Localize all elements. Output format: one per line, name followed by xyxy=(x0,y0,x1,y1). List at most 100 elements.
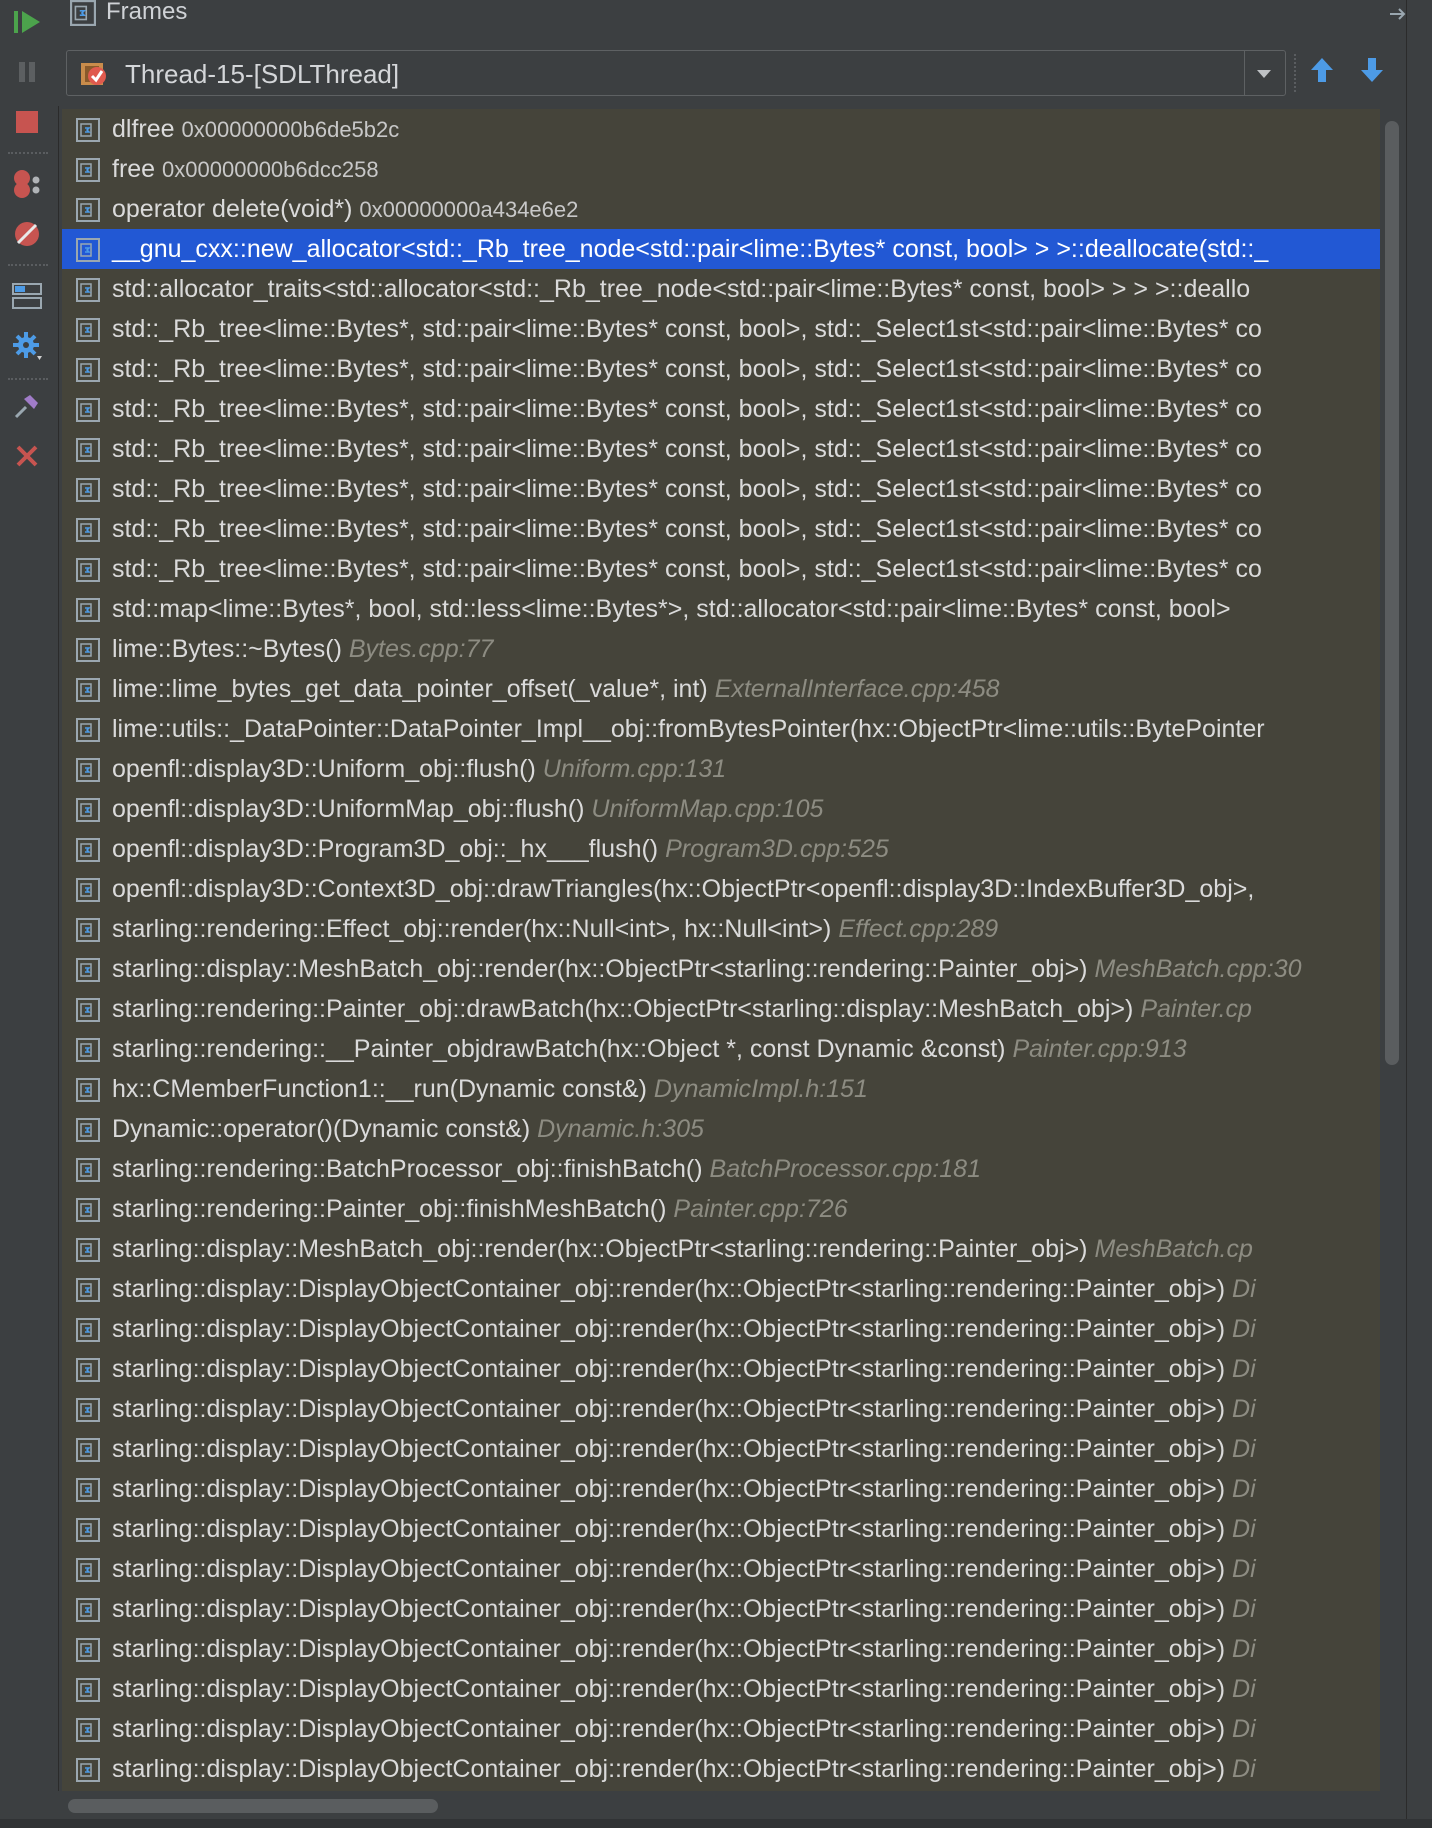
frames-list[interactable]: dlfree 0x00000000b6de5b2c free 0x00000000… xyxy=(62,109,1380,1791)
debug-toolbar xyxy=(0,0,59,1828)
frame-row[interactable]: std::_Rb_tree<lime::Bytes*, std::pair<li… xyxy=(62,549,1380,589)
frame-row[interactable]: starling::display::DisplayObjectContaine… xyxy=(62,1429,1380,1469)
frame-row[interactable]: starling::display::DisplayObjectContaine… xyxy=(62,1749,1380,1789)
frame-function: starling::display::DisplayObjectContaine… xyxy=(112,1355,1226,1383)
resume-icon[interactable] xyxy=(9,4,45,40)
frame-location: Di xyxy=(1232,1635,1256,1663)
frame-location: Di xyxy=(1232,1355,1256,1383)
status-bar xyxy=(0,1819,1432,1828)
frame-label: starling::display::DisplayObjectContaine… xyxy=(112,1674,1256,1704)
frame-row[interactable]: starling::display::DisplayObjectContaine… xyxy=(62,1669,1380,1709)
frame-row[interactable]: __gnu_cxx::new_allocator<std::_Rb_tree_n… xyxy=(62,229,1380,269)
frame-location: Di xyxy=(1232,1275,1256,1303)
frame-row[interactable]: free 0x00000000b6dcc258 xyxy=(62,149,1380,189)
frame-row[interactable]: starling::display::MeshBatch_obj::render… xyxy=(62,949,1380,989)
frame-function: starling::display::DisplayObjectContaine… xyxy=(112,1635,1226,1663)
frame-row[interactable]: starling::rendering::Painter_obj::finish… xyxy=(62,1189,1380,1229)
frame-row[interactable]: openfl::display3D::Uniform_obj::flush() … xyxy=(62,749,1380,789)
frame-row[interactable]: std::_Rb_tree<lime::Bytes*, std::pair<li… xyxy=(62,509,1380,549)
settings-icon[interactable] xyxy=(9,328,45,364)
frame-row[interactable]: starling::display::DisplayObjectContaine… xyxy=(62,1589,1380,1629)
frame-function: std::_Rb_tree<lime::Bytes*, std::pair<li… xyxy=(112,315,1262,343)
frame-row[interactable]: starling::display::DisplayObjectContaine… xyxy=(62,1389,1380,1429)
stack-frame-icon xyxy=(76,1638,100,1662)
frame-label: starling::rendering::BatchProcessor_obj:… xyxy=(112,1154,981,1184)
stack-frame-icon xyxy=(76,838,100,862)
stack-frame-icon xyxy=(76,318,100,342)
vertical-scrollbar[interactable] xyxy=(1380,109,1406,1791)
stack-frame-icon xyxy=(76,878,100,902)
frame-row[interactable]: std::_Rb_tree<lime::Bytes*, std::pair<li… xyxy=(62,429,1380,469)
frame-label: starling::display::DisplayObjectContaine… xyxy=(112,1274,1256,1304)
frame-row[interactable]: openfl::display3D::Context3D_obj::drawTr… xyxy=(62,869,1380,909)
frame-row[interactable]: std::map<lime::Bytes*, bool, std::less<l… xyxy=(62,589,1380,629)
frame-row[interactable]: starling::display::DisplayObjectContaine… xyxy=(62,1509,1380,1549)
frame-row[interactable]: std::_Rb_tree<lime::Bytes*, std::pair<li… xyxy=(62,309,1380,349)
stack-frame-icon xyxy=(76,358,100,382)
frame-label: starling::display::DisplayObjectContaine… xyxy=(112,1594,1256,1624)
frame-row[interactable]: openfl::display3D::UniformMap_obj::flush… xyxy=(62,789,1380,829)
horizontal-scrollbar[interactable] xyxy=(58,1791,1406,1819)
frame-row[interactable]: Dynamic::operator()(Dynamic const&) Dyna… xyxy=(62,1109,1380,1149)
chevron-down-icon[interactable] xyxy=(1255,67,1273,85)
frame-row[interactable]: starling::display::DisplayObjectContaine… xyxy=(62,1469,1380,1509)
frame-row[interactable]: std::_Rb_tree<lime::Bytes*, std::pair<li… xyxy=(62,389,1380,429)
frame-row[interactable]: starling::rendering::Effect_obj::render(… xyxy=(62,909,1380,949)
vertical-scrollbar-thumb[interactable] xyxy=(1385,121,1399,1065)
frame-label: hx::CMemberFunction1::__run(Dynamic cons… xyxy=(112,1074,868,1104)
frame-row[interactable]: starling::display::DisplayObjectContaine… xyxy=(62,1709,1380,1749)
frame-location: Effect.cpp:289 xyxy=(838,915,999,943)
frame-location: Di xyxy=(1232,1595,1256,1623)
mute-breakpoints-icon[interactable] xyxy=(9,216,45,252)
frame-row[interactable]: dlfree 0x00000000b6de5b2c xyxy=(62,109,1380,149)
restore-layout-icon[interactable] xyxy=(9,278,45,314)
frame-row[interactable]: starling::display::DisplayObjectContaine… xyxy=(62,1629,1380,1669)
frame-row[interactable]: std::allocator_traits<std::allocator<std… xyxy=(62,269,1380,309)
stop-icon[interactable] xyxy=(9,104,45,140)
close-icon[interactable] xyxy=(9,438,45,474)
frame-location: Di xyxy=(1232,1715,1256,1743)
horizontal-scrollbar-thumb[interactable] xyxy=(68,1799,438,1813)
frame-function: __gnu_cxx::new_allocator<std::_Rb_tree_n… xyxy=(112,235,1269,263)
frame-function: starling::rendering::Effect_obj::render(… xyxy=(112,915,832,943)
frames-header: Frames xyxy=(58,0,1432,43)
frame-row[interactable]: std::_Rb_tree<lime::Bytes*, std::pair<li… xyxy=(62,349,1380,389)
frame-row[interactable]: lime::utils::_DataPointer::DataPointer_I… xyxy=(62,709,1380,749)
frame-row[interactable]: operator delete(void*) 0x00000000a434e6e… xyxy=(62,189,1380,229)
frame-row[interactable]: starling::display::MeshBatch_obj::render… xyxy=(62,1229,1380,1269)
frame-function: starling::display::MeshBatch_obj::render… xyxy=(112,1235,1088,1263)
view-breakpoints-icon[interactable] xyxy=(9,166,45,202)
frame-label: starling::display::DisplayObjectContaine… xyxy=(112,1634,1256,1664)
frame-row[interactable]: starling::rendering::__Painter_objdrawBa… xyxy=(62,1029,1380,1069)
frame-row[interactable]: starling::rendering::Painter_obj::drawBa… xyxy=(62,989,1380,1029)
frame-row[interactable]: openfl::display3D::Program3D_obj::_hx___… xyxy=(62,829,1380,869)
frame-location: MeshBatch.cpp:30 xyxy=(1094,955,1302,983)
frame-location: Dynamic.h:305 xyxy=(537,1115,704,1143)
frame-label: dlfree 0x00000000b6de5b2c xyxy=(112,114,399,145)
frame-label: starling::display::DisplayObjectContaine… xyxy=(112,1354,1256,1384)
pause-icon[interactable] xyxy=(9,54,45,90)
frame-row[interactable]: starling::display::DisplayObjectContaine… xyxy=(62,1549,1380,1589)
stack-frame-icon xyxy=(76,1518,100,1542)
frame-row[interactable]: starling::display::DisplayObjectContaine… xyxy=(62,1269,1380,1309)
frame-row[interactable]: std::_Rb_tree<lime::Bytes*, std::pair<li… xyxy=(62,469,1380,509)
frame-row[interactable]: starling::rendering::BatchProcessor_obj:… xyxy=(62,1149,1380,1189)
frame-label: operator delete(void*) 0x00000000a434e6e… xyxy=(112,194,578,225)
frame-row[interactable]: lime::Bytes::~Bytes() Bytes.cpp:77 xyxy=(62,629,1380,669)
stack-frame-icon xyxy=(76,238,100,262)
stack-frame-icon xyxy=(76,1598,100,1622)
next-frame-button[interactable] xyxy=(1354,52,1390,92)
frame-location: Di xyxy=(1232,1475,1256,1503)
frame-row[interactable]: lime::lime_bytes_get_data_pointer_offset… xyxy=(62,669,1380,709)
pin-icon[interactable] xyxy=(9,388,45,424)
frame-location: Di xyxy=(1232,1435,1256,1463)
stack-frame-icon xyxy=(76,118,100,142)
frame-row[interactable]: starling::display::DisplayObjectContaine… xyxy=(62,1349,1380,1389)
frame-function: starling::display::DisplayObjectContaine… xyxy=(112,1475,1226,1503)
frame-row[interactable]: starling::display::DisplayObjectContaine… xyxy=(62,1309,1380,1349)
frame-row[interactable]: hx::CMemberFunction1::__run(Dynamic cons… xyxy=(62,1069,1380,1109)
frame-location: Di xyxy=(1232,1395,1256,1423)
thread-selector[interactable]: Thread-15-[SDLThread] xyxy=(66,50,1286,96)
previous-frame-button[interactable] xyxy=(1304,52,1340,92)
frame-function: starling::display::DisplayObjectContaine… xyxy=(112,1395,1226,1423)
